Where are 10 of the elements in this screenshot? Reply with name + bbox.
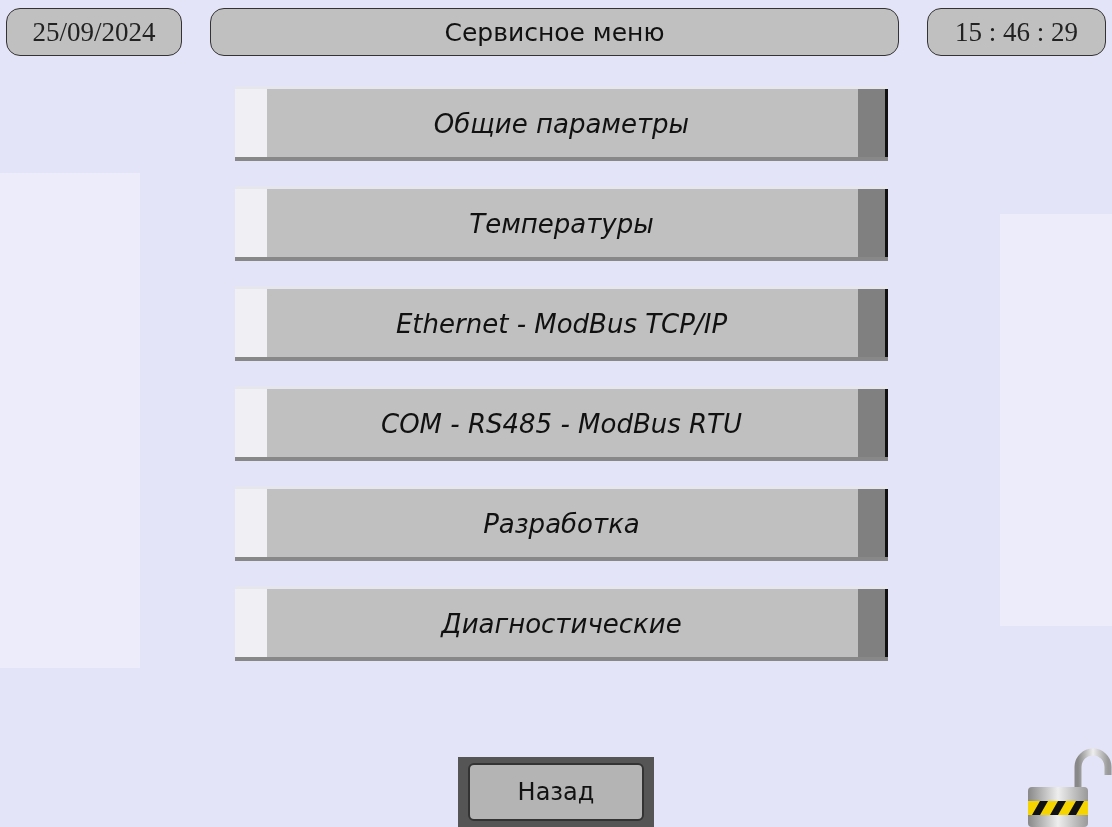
menu-button[interactable]: Температуры [235, 186, 888, 261]
back-button[interactable]: Назад [458, 757, 654, 827]
menu-button[interactable]: Общие параметры [235, 86, 888, 161]
menu-button[interactable]: Ethernet - ModBus TCP/IP [235, 286, 888, 361]
time-display: 15 : 46 : 29 [927, 8, 1106, 56]
screen-title: Сервисное меню [210, 8, 899, 56]
menu-button[interactable]: Разработка [235, 486, 888, 561]
date-display: 25/09/2024 [6, 8, 182, 56]
menu-button[interactable]: Диагностические [235, 586, 888, 661]
menu-button[interactable]: COM - RS485 - ModBus RTU [235, 386, 888, 461]
